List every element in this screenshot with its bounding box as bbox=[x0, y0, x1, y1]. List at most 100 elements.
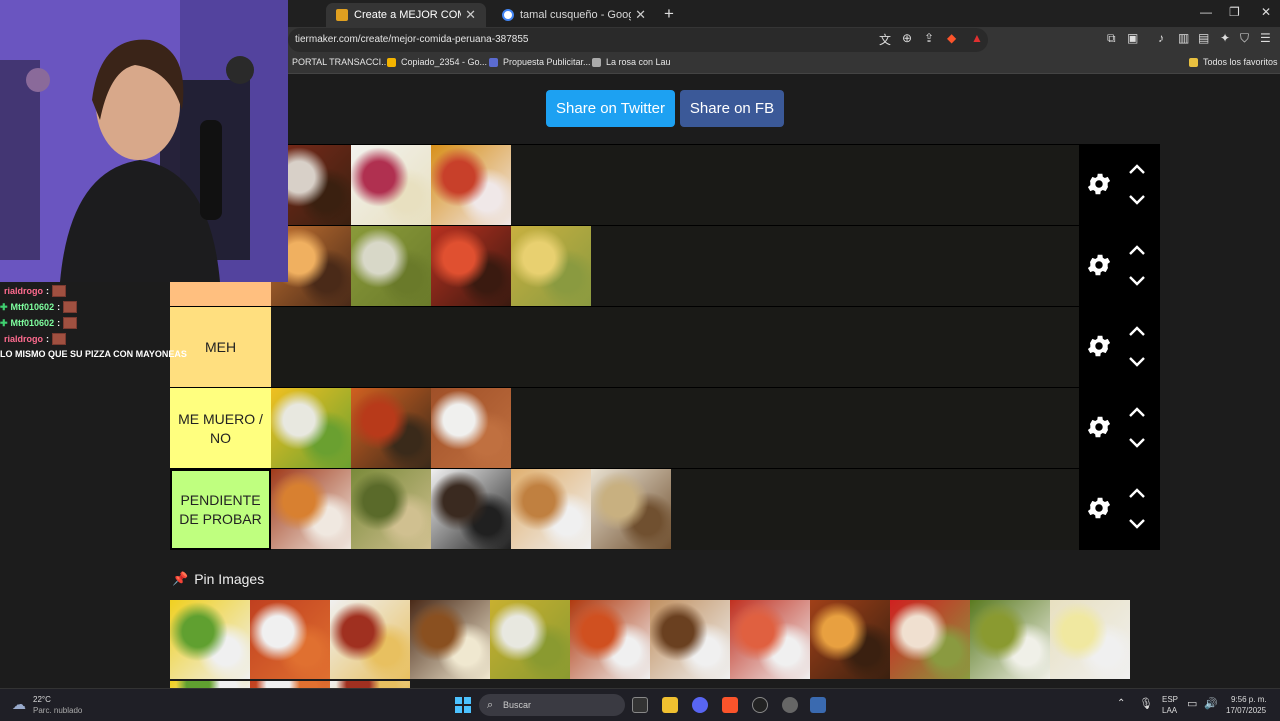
pollo-a-la-brasa-image[interactable] bbox=[810, 600, 890, 679]
papa-a-la-huancaina-image[interactable] bbox=[271, 388, 351, 468]
sidebar-icon[interactable]: ▥ bbox=[1178, 31, 1189, 45]
clock-time[interactable]: 9:56 p. m. bbox=[1231, 695, 1267, 704]
jalea-image[interactable] bbox=[730, 600, 810, 679]
chat-colon: : bbox=[46, 286, 50, 296]
humitas-image[interactable] bbox=[591, 469, 671, 549]
wallet-icon[interactable]: ▣ bbox=[1127, 31, 1138, 45]
rocoto-relleno-image[interactable] bbox=[890, 600, 970, 679]
tier-row bbox=[170, 144, 1160, 226]
snipping-tool-icon[interactable] bbox=[810, 697, 826, 713]
tier-row bbox=[170, 225, 1160, 307]
volume-icon[interactable]: 🔊 bbox=[1204, 697, 1218, 710]
chat-colon: : bbox=[57, 318, 61, 328]
chupe-de-camarones-image[interactable] bbox=[351, 388, 431, 468]
brave-shield-icon[interactable]: ◆ bbox=[947, 31, 956, 45]
network-icon[interactable]: ▭ bbox=[1187, 697, 1197, 710]
bookmark-item[interactable]: Copiado_2354 - Go... bbox=[387, 57, 487, 67]
sopa-de-fideos-image[interactable] bbox=[1050, 600, 1130, 679]
emote-icon bbox=[52, 333, 67, 345]
brave-icon[interactable] bbox=[722, 697, 738, 713]
windows-start-icon[interactable] bbox=[455, 697, 471, 713]
gear-icon[interactable] bbox=[1085, 251, 1113, 279]
empanada-image[interactable] bbox=[650, 600, 730, 679]
zoom-icon[interactable]: ⊕ bbox=[902, 31, 912, 45]
share-icon[interactable]: ⇪ bbox=[924, 31, 934, 45]
all-bookmarks[interactable]: Todos los favoritos bbox=[1189, 57, 1278, 67]
tab-active[interactable]: Create a MEJOR COMIDA PERUA ✕ bbox=[326, 3, 486, 27]
gear-icon[interactable] bbox=[1085, 413, 1113, 441]
microphone-icon[interactable]: 🎙 bbox=[1139, 697, 1153, 710]
emote-icon bbox=[52, 285, 67, 297]
translate-icon[interactable]: 文 bbox=[879, 31, 891, 48]
address-bar-row: tiermaker.com/create/mejor-comida-peruan… bbox=[288, 27, 1280, 53]
tab-bar: Create a MEJOR COMIDA PERUA ✕ tamal cusq… bbox=[288, 0, 1280, 27]
move-up-chevron-icon[interactable] bbox=[1128, 325, 1146, 337]
tier-row: MEH bbox=[170, 306, 1160, 388]
tallarines-rojos-image[interactable] bbox=[431, 226, 511, 306]
new-tab-icon[interactable]: + bbox=[664, 4, 674, 24]
move-down-chevron-icon[interactable] bbox=[1128, 194, 1146, 206]
ceviche-image[interactable] bbox=[351, 145, 431, 225]
causa-image[interactable] bbox=[170, 600, 250, 679]
task-view-icon[interactable] bbox=[632, 697, 648, 713]
carapulcra-image[interactable] bbox=[570, 600, 650, 679]
language-primary[interactable]: ESP bbox=[1162, 695, 1178, 704]
tier-row: PENDIENTE DE PROBAR bbox=[170, 468, 1160, 550]
menu-icon[interactable]: ☰ bbox=[1260, 31, 1271, 45]
aji-de-gallina-image[interactable] bbox=[431, 145, 511, 225]
share-twitter-button[interactable]: Share on Twitter bbox=[546, 90, 675, 127]
move-up-chevron-icon[interactable] bbox=[1128, 487, 1146, 499]
tier-label[interactable]: ME MUERO / NO bbox=[170, 388, 271, 469]
tier-controls bbox=[1079, 145, 1160, 226]
gear-icon[interactable] bbox=[1085, 332, 1113, 360]
caldo-verde-image[interactable] bbox=[970, 600, 1050, 679]
cuy-al-horno-image[interactable] bbox=[431, 388, 511, 468]
minimize-icon[interactable]: — bbox=[1200, 5, 1212, 19]
search-icon: ⌕ bbox=[487, 699, 494, 711]
move-up-chevron-icon[interactable] bbox=[1128, 244, 1146, 256]
music-icon[interactable]: ♪ bbox=[1158, 31, 1164, 45]
tab-inactive[interactable]: tamal cusqueño - Google Search ✕ bbox=[492, 3, 656, 27]
gear-icon[interactable] bbox=[1085, 494, 1113, 522]
arroz-con-pollo-image[interactable] bbox=[351, 226, 431, 306]
seco-de-res-image[interactable] bbox=[410, 600, 490, 679]
webcam-image bbox=[0, 0, 288, 282]
arroz-chaufa-image[interactable] bbox=[431, 469, 511, 549]
move-up-chevron-icon[interactable] bbox=[1128, 163, 1146, 175]
move-up-chevron-icon[interactable] bbox=[1128, 406, 1146, 418]
vpn-icon[interactable]: ⛉ bbox=[1240, 31, 1249, 46]
bookmark-item[interactable]: PORTAL TRANSACCI... bbox=[292, 57, 389, 67]
close-window-icon[interactable]: ✕ bbox=[1261, 5, 1271, 19]
file-explorer-icon[interactable] bbox=[662, 697, 678, 713]
brave-rewards-icon[interactable]: ▲ bbox=[971, 31, 983, 45]
taskbar-search[interactable]: ⌕ Buscar bbox=[479, 694, 625, 716]
close-tab-icon[interactable]: ✕ bbox=[635, 7, 646, 23]
gear-icon[interactable] bbox=[1085, 170, 1113, 198]
move-down-chevron-icon[interactable] bbox=[1128, 356, 1146, 368]
app-icon[interactable] bbox=[782, 697, 798, 713]
papa-rellena-image[interactable] bbox=[250, 600, 330, 679]
close-tab-icon[interactable]: ✕ bbox=[465, 7, 476, 23]
leo-ai-icon[interactable]: ✦ bbox=[1220, 31, 1230, 45]
discord-icon[interactable] bbox=[692, 697, 708, 713]
maximize-icon[interactable]: ❐ bbox=[1229, 5, 1240, 19]
bookmark-item[interactable]: Propuesta Publicitar... bbox=[489, 57, 591, 67]
move-down-chevron-icon[interactable] bbox=[1128, 518, 1146, 530]
tamal-image[interactable] bbox=[351, 469, 431, 549]
move-down-chevron-icon[interactable] bbox=[1128, 437, 1146, 449]
share-facebook-button[interactable]: Share on FB bbox=[680, 90, 784, 127]
chat-colon: : bbox=[57, 302, 61, 312]
pastel-de-papa-image[interactable] bbox=[511, 469, 591, 549]
tallarin-verde-image[interactable] bbox=[490, 600, 570, 679]
move-down-chevron-icon[interactable] bbox=[1128, 275, 1146, 287]
bookmark-item[interactable]: La rosa con Lau bbox=[592, 57, 671, 67]
chicharron-image[interactable] bbox=[271, 469, 351, 549]
obs-icon[interactable] bbox=[752, 697, 768, 713]
arroz-verde-image[interactable] bbox=[511, 226, 591, 306]
clock-date: 17/07/2025 bbox=[1226, 706, 1267, 715]
extensions-icon[interactable]: ⧉ bbox=[1107, 31, 1116, 46]
tray-chevron-icon[interactable]: ⌃ bbox=[1117, 698, 1125, 709]
lomo-saltado-image[interactable] bbox=[330, 600, 410, 679]
tier-label[interactable]: PENDIENTE DE PROBAR bbox=[170, 469, 271, 550]
wallet2-icon[interactable]: ▤ bbox=[1198, 31, 1209, 45]
